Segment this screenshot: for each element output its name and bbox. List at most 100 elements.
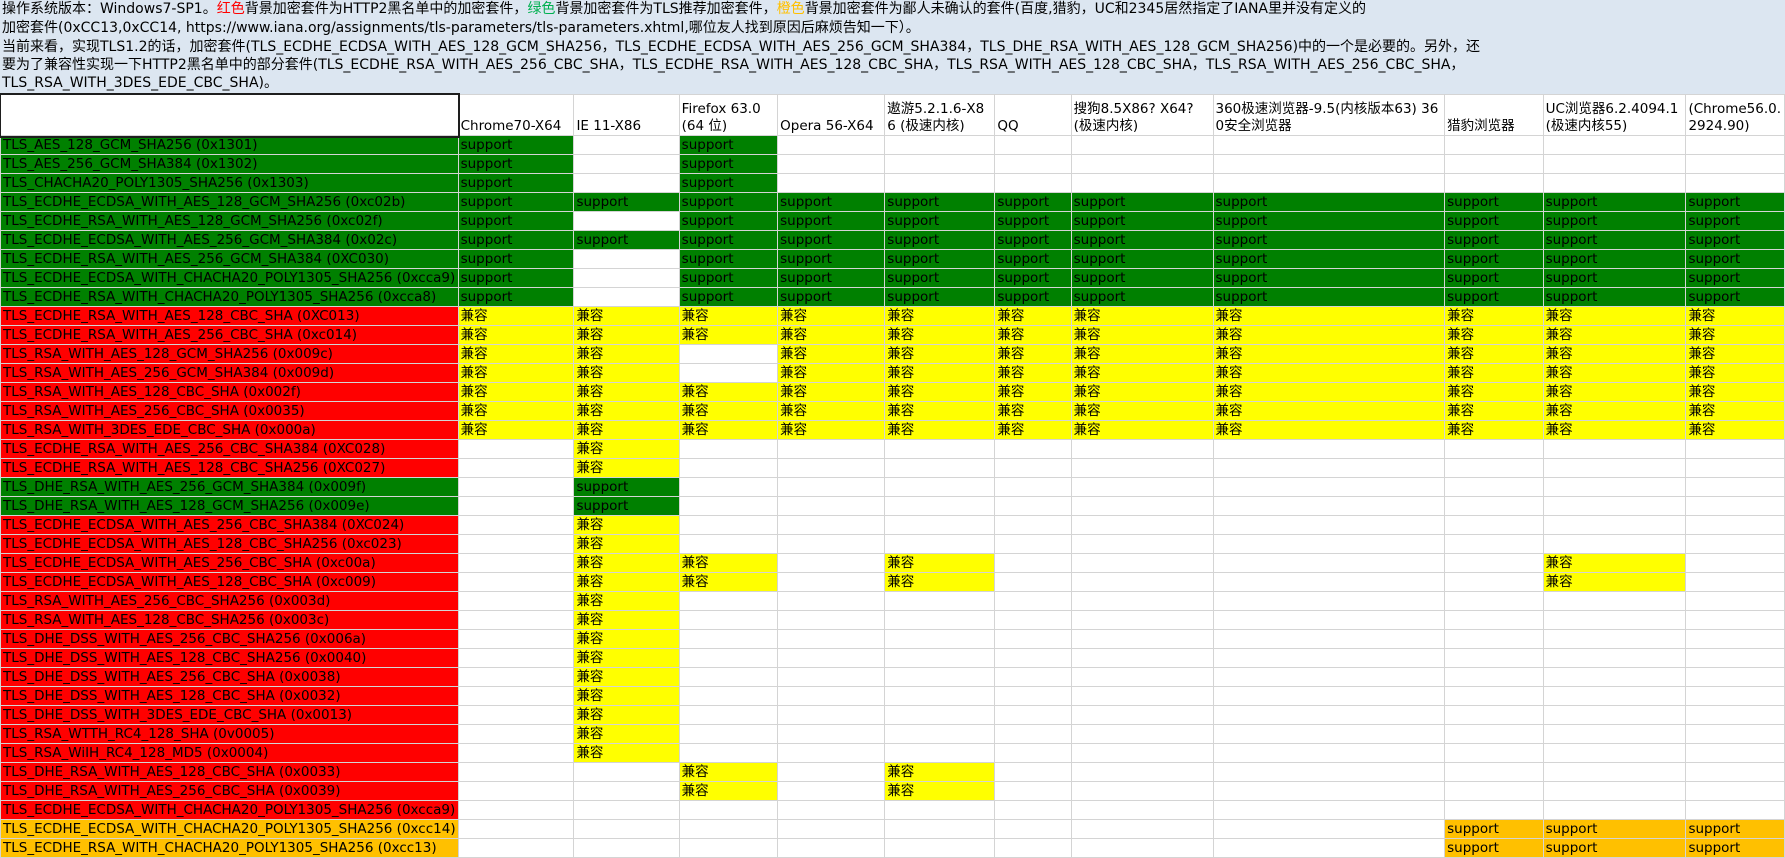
support-cell[interactable]: 兼容 [1444, 382, 1544, 402]
support-cell[interactable]: 兼容 [1444, 420, 1544, 440]
support-cell[interactable] [457, 439, 575, 459]
support-cell[interactable] [1542, 800, 1687, 820]
support-cell[interactable] [994, 610, 1072, 630]
support-cell[interactable]: 兼容 [678, 572, 779, 592]
support-cell[interactable] [1070, 458, 1214, 478]
support-cell[interactable] [1685, 705, 1785, 725]
support-cell[interactable]: 兼容 [1212, 382, 1446, 402]
support-cell[interactable]: support [1444, 230, 1544, 250]
support-cell[interactable] [777, 800, 886, 820]
support-cell[interactable] [777, 686, 886, 706]
support-cell[interactable]: 兼容 [678, 553, 779, 573]
support-cell[interactable]: 兼容 [777, 306, 886, 326]
support-cell[interactable] [1070, 477, 1214, 497]
support-cell[interactable]: support [1542, 819, 1687, 839]
support-cell[interactable]: 兼容 [884, 344, 996, 364]
support-cell[interactable] [1212, 838, 1446, 858]
support-cell[interactable] [1542, 477, 1687, 497]
support-cell[interactable] [1685, 496, 1785, 516]
support-cell[interactable]: 兼容 [573, 306, 680, 326]
support-cell[interactable] [1070, 515, 1214, 535]
support-cell[interactable]: 兼容 [678, 420, 779, 440]
support-cell[interactable] [884, 154, 996, 174]
support-cell[interactable]: support [884, 192, 996, 212]
support-cell[interactable]: 兼容 [573, 572, 680, 592]
support-cell[interactable]: 兼容 [457, 306, 575, 326]
support-cell[interactable]: 兼容 [573, 534, 680, 554]
cipher-suite-cell[interactable]: TLS_ECDHE_ECDSA_WITH_AES_128_GCM_SHA256 … [0, 192, 459, 212]
support-cell[interactable] [1542, 515, 1687, 535]
support-cell[interactable] [884, 591, 996, 611]
support-cell[interactable] [1212, 173, 1446, 193]
support-cell[interactable] [1212, 572, 1446, 592]
support-cell[interactable] [1685, 591, 1785, 611]
support-cell[interactable]: 兼容 [994, 306, 1072, 326]
support-cell[interactable] [1070, 553, 1214, 573]
support-cell[interactable]: 兼容 [573, 610, 680, 630]
support-cell[interactable]: support [457, 211, 575, 231]
support-cell[interactable]: support [1685, 838, 1785, 858]
support-cell[interactable]: 兼容 [1444, 344, 1544, 364]
support-cell[interactable]: 兼容 [573, 325, 680, 345]
support-cell[interactable]: 兼容 [1685, 363, 1785, 383]
support-cell[interactable] [1444, 762, 1544, 782]
support-cell[interactable] [884, 135, 996, 155]
support-cell[interactable] [884, 515, 996, 535]
cipher-suite-cell[interactable]: TLS_DHE_RSA_WITH_AES_256_GCM_SHA384 (0x0… [0, 477, 459, 497]
support-cell[interactable] [1212, 154, 1446, 174]
support-cell[interactable]: support [1070, 249, 1214, 269]
support-cell[interactable] [1444, 534, 1544, 554]
support-cell[interactable]: 兼容 [573, 591, 680, 611]
support-cell[interactable]: support [1212, 230, 1446, 250]
support-cell[interactable]: 兼容 [1542, 325, 1687, 345]
support-cell[interactable] [777, 705, 886, 725]
support-cell[interactable]: 兼容 [777, 401, 886, 421]
support-cell[interactable]: support [884, 287, 996, 307]
support-cell[interactable]: 兼容 [994, 363, 1072, 383]
support-cell[interactable] [1542, 496, 1687, 516]
support-cell[interactable]: 兼容 [1685, 344, 1785, 364]
cipher-suite-cell[interactable]: TLS_RSA_WITH_AES_256_CBC_SHA (0x0035) [0, 401, 459, 421]
support-cell[interactable]: 兼容 [1070, 401, 1214, 421]
support-cell[interactable]: 兼容 [1444, 401, 1544, 421]
support-cell[interactable]: 兼容 [573, 363, 680, 383]
support-cell[interactable] [777, 534, 886, 554]
support-cell[interactable] [457, 686, 575, 706]
cipher-suite-cell[interactable]: TLS_RSA_WiIH_RC4_128_MD5 (0x0004) [0, 743, 459, 763]
support-cell[interactable] [1070, 135, 1214, 155]
support-cell[interactable] [1444, 496, 1544, 516]
support-cell[interactable] [884, 819, 996, 839]
support-cell[interactable] [678, 439, 779, 459]
cipher-suite-cell[interactable]: TLS_DHE_RSA_WITH_AES_128_GCM_SHA256 (0x0… [0, 496, 459, 516]
support-cell[interactable] [457, 781, 575, 801]
support-cell[interactable] [884, 838, 996, 858]
support-cell[interactable] [1070, 762, 1214, 782]
support-cell[interactable] [1542, 458, 1687, 478]
support-cell[interactable]: support [1212, 268, 1446, 288]
support-cell[interactable]: 兼容 [884, 553, 996, 573]
support-cell[interactable] [457, 762, 575, 782]
support-cell[interactable]: support [777, 287, 886, 307]
support-cell[interactable] [1070, 591, 1214, 611]
support-cell[interactable] [994, 458, 1072, 478]
cipher-suite-cell[interactable]: TLS_ECDHE_ECDSA_WITH_AES_256_CBC_SHA (0x… [0, 553, 459, 573]
support-cell[interactable]: 兼容 [1070, 420, 1214, 440]
support-cell[interactable] [1444, 154, 1544, 174]
support-cell[interactable] [1542, 762, 1687, 782]
support-cell[interactable]: 兼容 [1070, 306, 1214, 326]
support-cell[interactable] [1685, 762, 1785, 782]
cipher-suite-cell[interactable]: TLS_DHE_DSS_WITH_3DES_EDE_CBC_SHA (0x001… [0, 705, 459, 725]
support-cell[interactable]: 兼容 [1212, 344, 1446, 364]
support-cell[interactable] [1070, 724, 1214, 744]
support-cell[interactable]: support [573, 496, 680, 516]
support-cell[interactable]: support [1212, 211, 1446, 231]
support-cell[interactable]: support [457, 268, 575, 288]
support-cell[interactable] [1542, 591, 1687, 611]
support-cell[interactable]: support [1070, 268, 1214, 288]
header-cell[interactable]: QQ [994, 94, 1072, 136]
support-cell[interactable] [1444, 553, 1544, 573]
support-cell[interactable]: 兼容 [573, 553, 680, 573]
support-cell[interactable] [678, 477, 779, 497]
support-cell[interactable] [1685, 477, 1785, 497]
support-cell[interactable]: 兼容 [884, 762, 996, 782]
